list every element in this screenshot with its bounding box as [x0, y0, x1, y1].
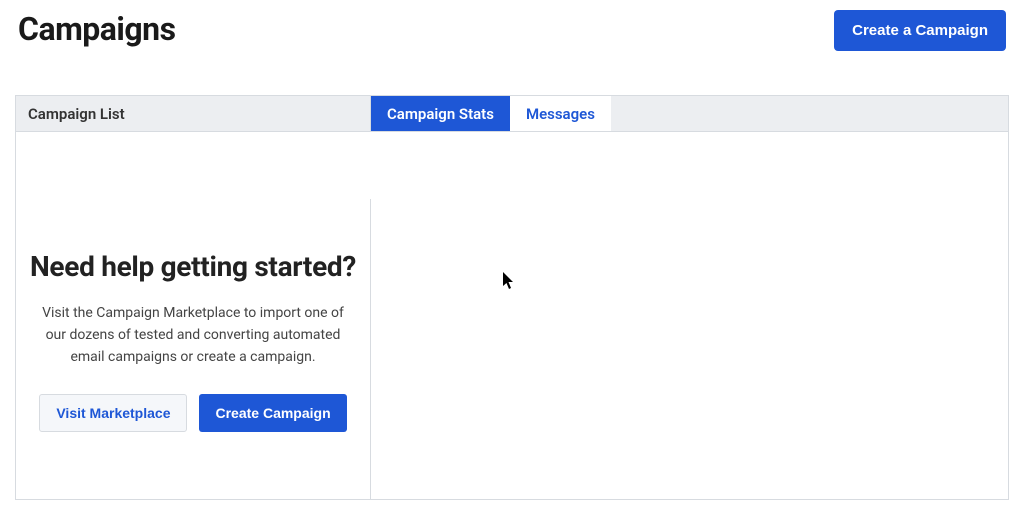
onboard-text: Visit the Campaign Marketplace to import…: [28, 303, 358, 368]
create-campaign-button[interactable]: Create Campaign: [199, 394, 346, 432]
tab-campaign-stats[interactable]: Campaign Stats: [371, 96, 510, 131]
campaign-list-header: Campaign List: [16, 96, 371, 132]
tab-header: Campaign Stats Messages: [371, 96, 1008, 132]
visit-marketplace-button[interactable]: Visit Marketplace: [39, 394, 187, 432]
page-header: Campaigns Create a Campaign: [0, 0, 1024, 51]
onboard-heading: Need help getting started?: [28, 249, 358, 285]
main-grid: Campaign List Campaign Stats Messages Ne…: [15, 95, 1009, 500]
onboard-button-row: Visit Marketplace Create Campaign: [28, 394, 358, 432]
tab-messages[interactable]: Messages: [510, 96, 612, 131]
campaign-list-body: Need help getting started? Visit the Cam…: [16, 199, 371, 499]
stats-body: [371, 199, 1008, 499]
create-campaign-button-top[interactable]: Create a Campaign: [834, 10, 1006, 51]
tab-row: Campaign Stats Messages: [371, 96, 1008, 131]
page-title: Campaigns: [18, 10, 176, 48]
